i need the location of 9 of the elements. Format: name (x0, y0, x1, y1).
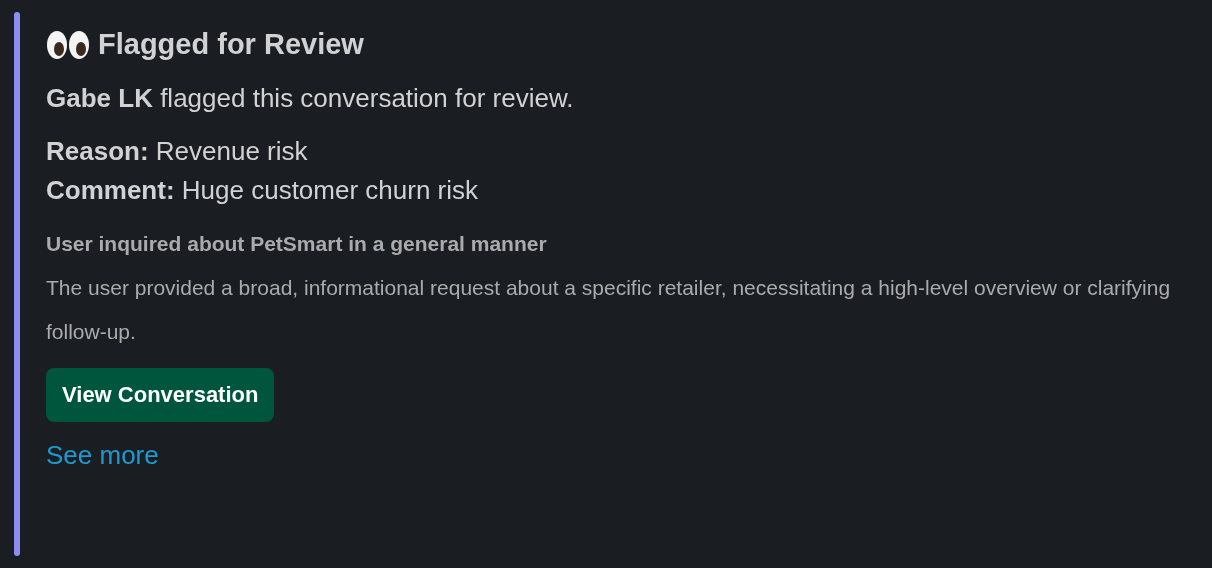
field-line: Comment: Huge customer churn risk (46, 175, 479, 206)
field-line: Reason: Revenue risk (46, 136, 309, 167)
summary-title: User inquired about PetSmart in a general manner (46, 232, 547, 256)
see-more-link[interactable]: See more (46, 440, 159, 471)
view-conversation-button[interactable]: View Conversation (46, 368, 275, 422)
eyes-icon (46, 28, 90, 61)
summary-text: The user provided a broad, informational request about a specific retailer, necessitating a high-level overview or clarifying follow-up. (46, 275, 1172, 345)
flag-message: Gabe LK flagged this conversation for review. (46, 83, 574, 114)
message-title: Flagged for Review (98, 28, 364, 61)
